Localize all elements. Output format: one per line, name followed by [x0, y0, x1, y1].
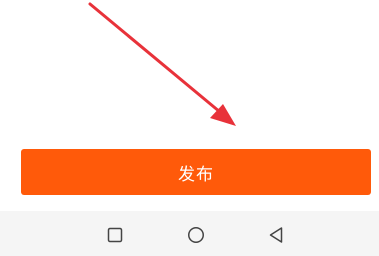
publish-button-label: 发布: [178, 164, 214, 185]
recent-apps-button[interactable]: [99, 219, 131, 251]
publish-button[interactable]: 发布: [21, 149, 371, 195]
square-icon: [107, 227, 123, 243]
back-button[interactable]: [260, 219, 292, 251]
triangle-back-icon: [269, 227, 283, 243]
circle-icon: [188, 227, 204, 243]
home-button[interactable]: [180, 219, 212, 251]
navigation-bar: [0, 211, 379, 256]
